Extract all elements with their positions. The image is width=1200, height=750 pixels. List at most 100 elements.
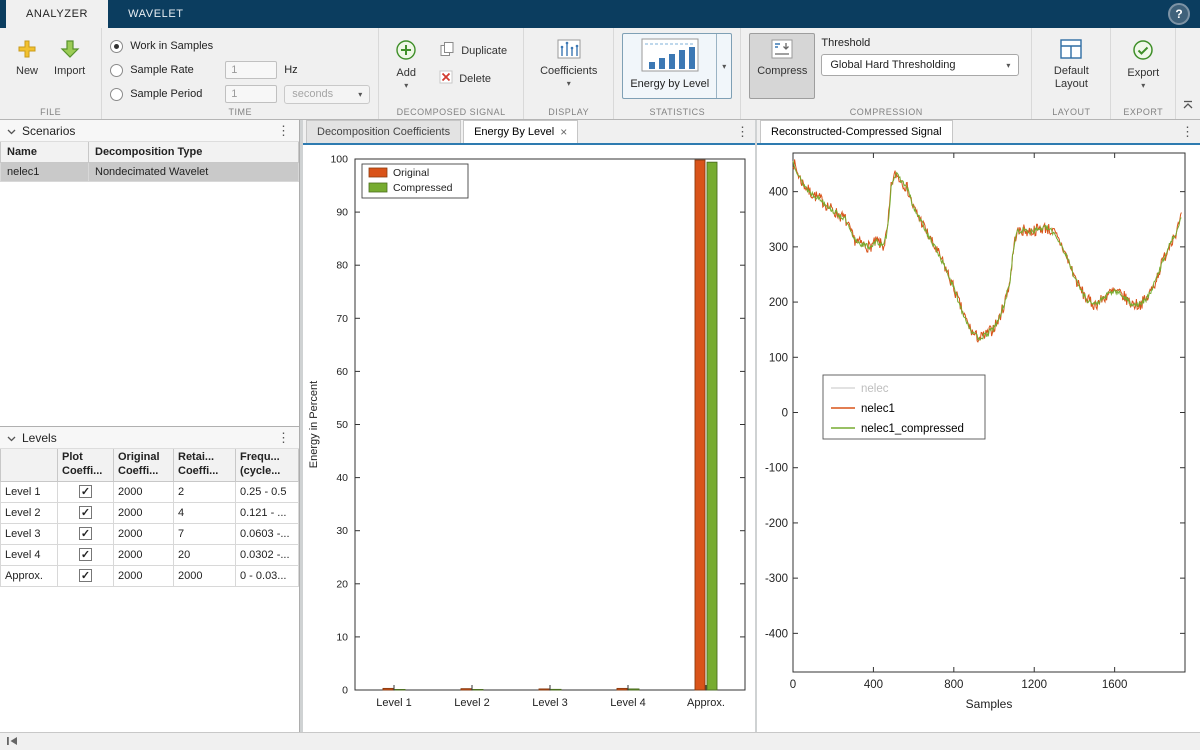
status-bar bbox=[0, 732, 1200, 750]
svg-text:nelec1_compressed: nelec1_compressed bbox=[861, 423, 964, 435]
svg-text:nelec1: nelec1 bbox=[861, 403, 895, 415]
plot-checkbox[interactable] bbox=[79, 569, 92, 582]
delete-button-label: Delete bbox=[459, 73, 491, 85]
delete-icon bbox=[439, 70, 453, 87]
export-button[interactable]: Export ▾ bbox=[1119, 33, 1167, 95]
delete-button[interactable]: Delete bbox=[431, 66, 515, 91]
toolstrip-tab-bar: ANALYZER WAVELET ? bbox=[0, 0, 1200, 28]
plot-checkbox[interactable] bbox=[79, 485, 92, 498]
tab-label: Energy By Level bbox=[474, 126, 554, 138]
collapse-ribbon-icon[interactable] bbox=[1183, 96, 1193, 114]
svg-text:-200: -200 bbox=[765, 518, 788, 530]
level-freq: 0.0302 -... bbox=[236, 544, 299, 565]
svg-text:Samples: Samples bbox=[966, 697, 1013, 711]
sample-period-radio[interactable] bbox=[110, 88, 123, 101]
import-button[interactable]: Import bbox=[46, 33, 93, 83]
tab-energy-by-level[interactable]: Energy By Level × bbox=[463, 120, 578, 143]
level-retained[interactable]: 7 bbox=[174, 523, 236, 544]
sample-rate-label: Sample Rate bbox=[130, 64, 218, 76]
svg-text:0: 0 bbox=[790, 679, 796, 691]
sample-period-input[interactable] bbox=[225, 85, 277, 103]
right-tab-bar: Reconstructed-Compressed Signal ⋮ bbox=[757, 120, 1200, 145]
svg-text:400: 400 bbox=[864, 679, 883, 691]
level-freq: 0.121 - ... bbox=[236, 502, 299, 523]
compress-button[interactable]: Compress bbox=[749, 33, 815, 99]
threshold-select[interactable]: Global Hard Thresholding ▾ bbox=[821, 54, 1019, 76]
svg-text:0: 0 bbox=[342, 685, 348, 697]
level-name: Level 3 bbox=[1, 523, 58, 544]
svg-text:400: 400 bbox=[769, 187, 788, 199]
new-button[interactable]: New bbox=[8, 33, 46, 83]
levels-table: PlotCoeffi... OriginalCoeffi... Retai...… bbox=[0, 449, 299, 587]
scenarios-panel: Scenarios ⋮ Name Decomposition Type nele… bbox=[0, 120, 299, 426]
scenarios-header[interactable]: Scenarios ⋮ bbox=[0, 120, 299, 142]
svg-text:200: 200 bbox=[769, 297, 788, 309]
section-label-layout: LAYOUT bbox=[1032, 107, 1110, 117]
plot-checkbox[interactable] bbox=[79, 548, 92, 561]
svg-text:-100: -100 bbox=[765, 463, 788, 475]
section-label-display: DISPLAY bbox=[524, 107, 613, 117]
default-layout-button[interactable]: Default Layout bbox=[1040, 33, 1102, 97]
sample-rate-input[interactable] bbox=[225, 61, 277, 79]
scenario-row[interactable]: nelec1 Nondecimated Wavelet bbox=[1, 163, 299, 182]
energy-by-level-button[interactable]: Energy by Level ▾ bbox=[622, 33, 732, 99]
level-original: 2000 bbox=[114, 544, 174, 565]
work-in-samples-radio[interactable] bbox=[110, 40, 123, 53]
ribbon-section-time: Work in Samples Sample Rate Hz Sample Pe… bbox=[102, 28, 379, 119]
energy-by-level-dropdown[interactable]: ▾ bbox=[716, 34, 731, 98]
energy-bar-chart: 0102030405060708090100Level 1Level 2Leve… bbox=[303, 145, 755, 732]
section-label-time: TIME bbox=[102, 107, 378, 117]
add-button-label: Add bbox=[396, 67, 416, 79]
level-retained[interactable]: 20 bbox=[174, 544, 236, 565]
svg-text:Level 1: Level 1 bbox=[376, 697, 411, 709]
svg-text:Level 4: Level 4 bbox=[610, 697, 645, 709]
center-tabbar-menu-icon[interactable]: ⋮ bbox=[736, 124, 749, 140]
duplicate-button[interactable]: Duplicate bbox=[431, 37, 515, 64]
svg-text:30: 30 bbox=[336, 525, 348, 537]
tab-reconstructed-compressed-signal[interactable]: Reconstructed-Compressed Signal bbox=[760, 120, 953, 143]
levels-header[interactable]: Levels ⋮ bbox=[0, 427, 299, 449]
right-tabbar-menu-icon[interactable]: ⋮ bbox=[1181, 124, 1194, 140]
plot-checkbox[interactable] bbox=[79, 506, 92, 519]
level-original: 2000 bbox=[114, 502, 174, 523]
level-retained[interactable]: 2000 bbox=[174, 565, 236, 586]
tab-decomposition-coefficients[interactable]: Decomposition Coefficients bbox=[306, 120, 461, 143]
add-button[interactable]: Add ▾ bbox=[387, 33, 425, 95]
svg-text:40: 40 bbox=[336, 472, 348, 484]
svg-text:-400: -400 bbox=[765, 628, 788, 640]
tab-analyzer[interactable]: ANALYZER bbox=[6, 0, 108, 28]
scenarios-col-name: Name bbox=[1, 142, 89, 163]
level-retained[interactable]: 2 bbox=[174, 481, 236, 502]
ribbon-section-file: New Import FILE bbox=[0, 28, 102, 119]
scenarios-menu-icon[interactable]: ⋮ bbox=[275, 124, 292, 137]
new-button-label: New bbox=[16, 65, 38, 77]
collapse-left-panel-icon[interactable] bbox=[6, 733, 18, 750]
svg-text:80: 80 bbox=[336, 260, 348, 272]
duplicate-icon bbox=[439, 41, 455, 60]
sample-rate-radio[interactable] bbox=[110, 64, 123, 77]
plot-checkbox[interactable] bbox=[79, 527, 92, 540]
level-retained[interactable]: 4 bbox=[174, 502, 236, 523]
svg-text:300: 300 bbox=[769, 242, 788, 254]
scenarios-title: Scenarios bbox=[22, 124, 75, 138]
tab-wavelet[interactable]: WAVELET bbox=[108, 0, 204, 28]
new-icon bbox=[17, 39, 37, 62]
help-button[interactable]: ? bbox=[1168, 3, 1190, 25]
level-name: Approx. bbox=[1, 565, 58, 586]
left-panel: Scenarios ⋮ Name Decomposition Type nele… bbox=[0, 120, 300, 732]
levels-menu-icon[interactable]: ⋮ bbox=[275, 431, 292, 444]
sample-period-unit-select[interactable]: seconds ▾ bbox=[284, 85, 370, 104]
chevron-down-icon: ▾ bbox=[1141, 82, 1145, 89]
section-label-export: EXPORT bbox=[1111, 107, 1175, 117]
levels-col-original: OriginalCoeffi... bbox=[114, 449, 174, 481]
help-icon: ? bbox=[1175, 7, 1182, 21]
ribbon-section-export: Export ▾ EXPORT bbox=[1111, 28, 1176, 119]
svg-text:50: 50 bbox=[336, 419, 348, 431]
coefficients-button[interactable]: Coefficients ▾ bbox=[532, 33, 605, 93]
section-label-statistics: STATISTICS bbox=[614, 107, 740, 117]
section-label-decomposed-signal: DECOMPOSED SIGNAL bbox=[379, 107, 523, 117]
svg-text:70: 70 bbox=[336, 313, 348, 325]
level-row: Level 3 2000 7 0.0603 -... bbox=[1, 523, 299, 544]
collapse-chevron-icon bbox=[7, 431, 16, 445]
close-icon[interactable]: × bbox=[560, 126, 567, 138]
